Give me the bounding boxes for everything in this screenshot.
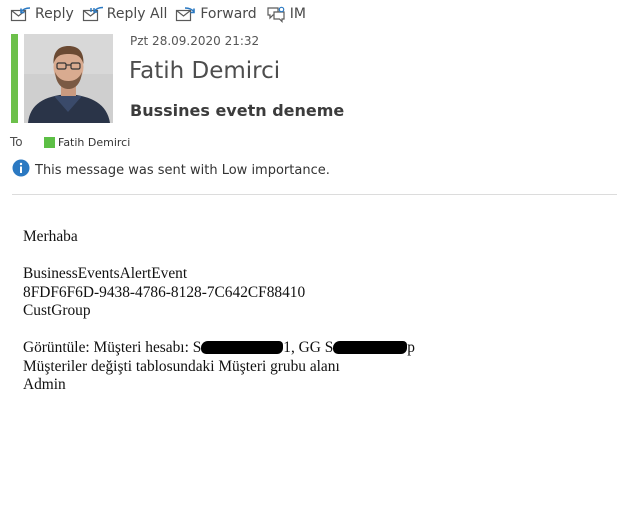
- importance-notice: This message was sent with Low importanc…: [35, 162, 330, 178]
- recipient-name[interactable]: Fatih Demirci: [58, 136, 130, 149]
- message-body: Merhaba BusinessEventsAlertEvent 8FDF6F6…: [23, 228, 415, 395]
- presence-status-icon: [44, 136, 55, 148]
- email-reading-pane: Reply Reply All Forward IM Pzt 28.09.202…: [0, 0, 618, 514]
- group-visible-end: p: [407, 339, 415, 356]
- sender-name[interactable]: Fatih Demirci: [129, 58, 280, 84]
- reply-icon: [10, 5, 32, 23]
- body-view-line: Görüntüle: Müşteri hesabı: S 1, GG Sp: [23, 339, 415, 358]
- im-button[interactable]: IM: [265, 5, 306, 23]
- im-icon: [265, 5, 287, 23]
- group-visible-start: S: [324, 339, 334, 356]
- redaction-mark: [333, 341, 408, 354]
- unread-accent-bar: [11, 34, 18, 123]
- reply-all-button[interactable]: Reply All: [82, 5, 168, 23]
- forward-button[interactable]: Forward: [175, 5, 257, 23]
- account-visible-start: S: [192, 339, 202, 356]
- im-label: IM: [289, 6, 306, 22]
- redaction-mark: [201, 341, 284, 354]
- message-subject: Bussines evetn deneme: [130, 101, 345, 120]
- to-label: To: [10, 135, 23, 149]
- body-event-name: BusinessEventsAlertEvent: [23, 265, 188, 282]
- sent-date: Pzt 28.09.2020 21:32: [130, 34, 260, 48]
- importance-infobar: This message was sent with Low importanc…: [12, 159, 330, 181]
- body-greeting: Merhaba: [23, 228, 78, 245]
- forward-label: Forward: [200, 6, 257, 22]
- header-divider: [12, 194, 617, 195]
- message-toolbar: Reply Reply All Forward IM: [10, 3, 306, 25]
- body-user: Admin: [23, 376, 66, 393]
- body-event-id: 8FDF6F6D-9438-4786-8128-7C642CF88410: [23, 283, 306, 301]
- view-prefix: Görüntüle: Müşteri hesabı:: [23, 339, 193, 356]
- body-blank-line: [23, 247, 415, 266]
- reply-label: Reply: [35, 6, 74, 22]
- recipients-row: To Fatih Demirci: [10, 135, 130, 149]
- body-description: Müşteriler değişti tablosundaki Müşteri …: [23, 357, 340, 375]
- forward-icon: [175, 5, 197, 23]
- account-visible-end: 1, GG: [283, 339, 325, 356]
- reply-all-icon: [82, 5, 104, 23]
- body-blank-line: [23, 321, 415, 340]
- reply-all-label: Reply All: [106, 6, 168, 22]
- sender-avatar[interactable]: [24, 34, 113, 123]
- body-table-name: CustGroup: [23, 302, 91, 319]
- reply-button[interactable]: Reply: [10, 5, 74, 23]
- info-icon: [12, 159, 30, 181]
